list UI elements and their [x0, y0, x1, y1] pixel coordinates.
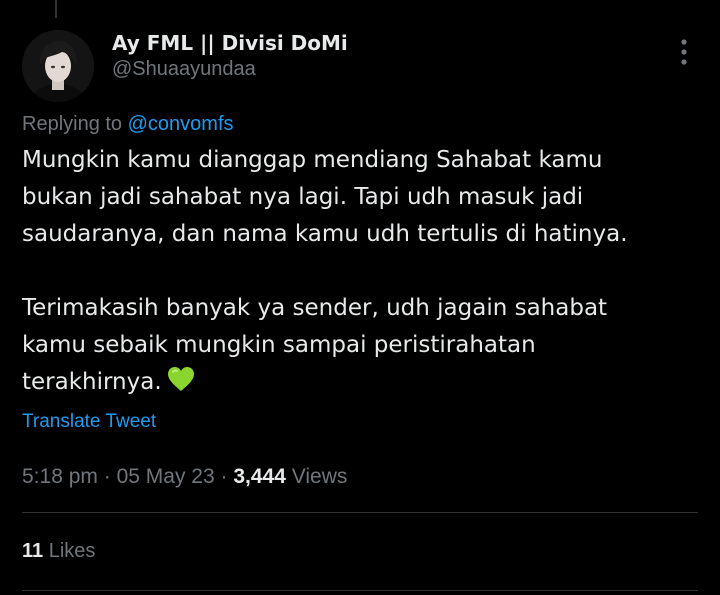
- tweet-text: Mungkin kamu dianggap mendiang Sahabat k…: [22, 142, 702, 405]
- replying-to-mention[interactable]: @convomfs: [128, 113, 234, 135]
- views-label: Views: [291, 465, 348, 488]
- translate-tweet-link[interactable]: Translate Tweet: [22, 411, 156, 433]
- divider: [22, 590, 698, 591]
- replying-to-line: Replying to @convomfs: [22, 113, 234, 136]
- meta-separator: ·: [103, 465, 111, 488]
- tweet-paragraph-2-wrapper: Terimakasih banyak ya sender, udh jagain…: [22, 290, 702, 405]
- green-heart-icon: [166, 365, 196, 405]
- tweet-paragraph-1: Mungkin kamu dianggap mendiang Sahabat k…: [22, 147, 628, 247]
- meta-separator: ·: [220, 465, 228, 488]
- tweet-time[interactable]: 5:18 pm: [22, 465, 98, 488]
- replying-to-label: Replying to: [22, 113, 123, 135]
- author-display-name[interactable]: Ay FML || Divisi DoMi: [112, 31, 348, 55]
- likes-label: Likes: [48, 540, 96, 562]
- tweet-date[interactable]: 05 May 23: [117, 465, 215, 488]
- likes-link[interactable]: 11 Likes: [22, 540, 95, 563]
- views-count: 3,444: [233, 465, 286, 488]
- author-handle[interactable]: @Shuaayundaa: [112, 58, 256, 81]
- more-dots-icon: [681, 39, 687, 65]
- avatar-image: [22, 30, 94, 102]
- divider: [22, 512, 698, 513]
- tweet-paragraph-2: Terimakasih banyak ya sender, udh jagain…: [22, 295, 608, 395]
- tweet-meta-line: 5:18 pm · 05 May 23 · 3,444 Views: [22, 465, 347, 489]
- avatar[interactable]: [22, 30, 94, 102]
- likes-count: 11: [22, 540, 44, 562]
- more-options-button[interactable]: [668, 34, 700, 70]
- thread-connector-line: [55, 0, 57, 18]
